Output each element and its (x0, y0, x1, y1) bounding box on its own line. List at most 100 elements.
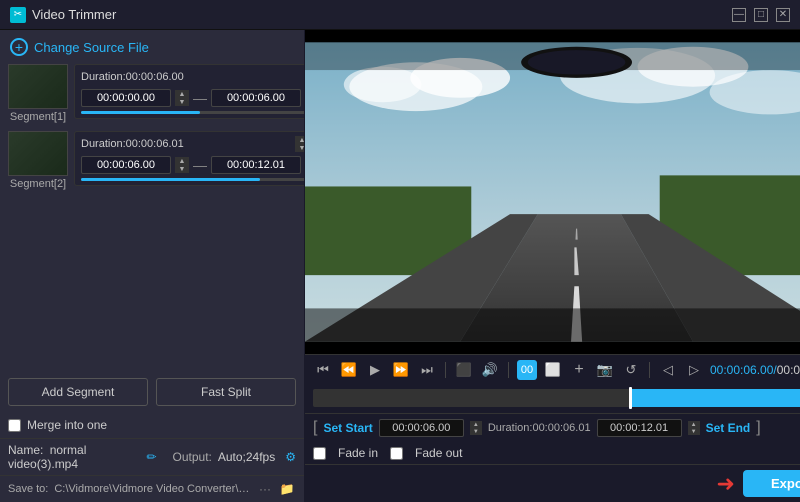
add-segment-button[interactable]: Add Segment (8, 378, 148, 406)
segment-label-2: Segment[2] (10, 178, 66, 190)
trim-start-spinners: ▲ ▼ (470, 421, 482, 435)
trim-start-up[interactable]: ▲ (470, 421, 482, 428)
save-icons: ··· 📁 (256, 480, 296, 498)
time-display: 00:00:06.00/00:00:12.01 (710, 363, 800, 377)
segment2-start-up[interactable]: ▲ (175, 157, 189, 165)
segment2-down-btn[interactable]: ▼ (295, 144, 304, 152)
segment2-end-input[interactable] (211, 156, 301, 174)
plus-icon: + (10, 38, 28, 56)
segment-controls-2: Duration:00:00:06.01 ▲ ▼ ✕ ▲ ▼ (74, 131, 304, 186)
output-label: Output: (173, 450, 212, 464)
segment1-start-wrap (81, 89, 171, 107)
export-arrow-icon: ➜ (717, 471, 735, 497)
segment-controls-1: Duration:00:00:06.00 ▲ ▼ ▲ ▼ (74, 64, 304, 119)
refresh-btn[interactable]: ↺ (621, 360, 641, 380)
segment-thumb-1 (8, 64, 68, 109)
save-to-label: Save to: (8, 483, 48, 495)
segment-duration-2: Duration:00:00:06.01 ▲ ▼ ✕ (81, 136, 304, 152)
trim-bracket-left: [ (313, 419, 317, 437)
trim-end-down[interactable]: ▼ (688, 428, 700, 435)
save-folder-btn[interactable]: 📁 (278, 480, 296, 498)
ctrl-sep-2 (508, 362, 509, 378)
segment2-progress-fill (81, 178, 260, 181)
screenshot-btn[interactable]: 📷 (595, 360, 615, 380)
snap-btn[interactable]: ⬜ (543, 360, 563, 380)
change-source-btn[interactable]: + Change Source File (0, 30, 304, 64)
segment1-progress (81, 111, 304, 114)
segment1-progress-fill (81, 111, 200, 114)
minimize-button[interactable]: — (732, 8, 746, 22)
export-row: ➜ Export (305, 464, 800, 502)
segment1-start-input[interactable] (81, 89, 171, 107)
segment2-start-down[interactable]: ▼ (175, 165, 189, 173)
segment2-start-input[interactable] (81, 156, 171, 174)
change-source-label: Change Source File (34, 40, 149, 55)
set-start-btn[interactable]: Set Start (323, 421, 372, 435)
fade-in-checkbox[interactable] (313, 447, 326, 460)
title-bar: ✂ Video Trimmer — □ ✕ (0, 0, 800, 30)
file-info-row: Name: normal video(3).mp4 ✏ Output: Auto… (0, 438, 304, 475)
fade-out-checkbox[interactable] (390, 447, 403, 460)
time-current: 00:00:06.00 (710, 363, 773, 377)
frame-fwd-btn[interactable]: ▷ (684, 360, 704, 380)
save-path: C:\Vidmore\Vidmore Video Converter\Video… (54, 483, 250, 495)
play-btn[interactable]: ▶ (365, 360, 385, 380)
gear-icon[interactable]: ⚙ (285, 450, 296, 464)
segment1-start-down[interactable]: ▼ (175, 98, 189, 106)
save-more-btn[interactable]: ··· (256, 480, 274, 498)
dash-sep-2: — (193, 157, 207, 173)
crop-btn[interactable]: ⬛ (454, 360, 474, 380)
add-btn[interactable]: + (569, 360, 589, 380)
merge-label: Merge into one (27, 418, 107, 432)
file-name-label: Name: normal video(3).mp4 (8, 443, 140, 471)
merge-checkbox[interactable] (8, 419, 21, 432)
volume-btn[interactable]: 🔊 (480, 360, 500, 380)
forward-btn[interactable]: ⏩ (391, 360, 411, 380)
trim-controls: [ Set Start ▲ ▼ Duration:00:00:06.01 ▲ ▼… (305, 413, 800, 442)
dash-sep-1: — (193, 90, 207, 106)
skip-back-btn[interactable]: ⏮ (313, 360, 333, 380)
timeline-handle[interactable] (629, 387, 632, 409)
trim-end-up[interactable]: ▲ (688, 421, 700, 428)
segments-area: Segment[1] Duration:00:00:06.00 ▲ ▼ (0, 64, 304, 370)
segment2-start-wrap (81, 156, 171, 174)
window-controls: — □ ✕ (732, 8, 790, 22)
segment1-end-input[interactable] (211, 89, 301, 107)
trim-start-input[interactable] (379, 419, 464, 437)
segment2-progress (81, 178, 304, 181)
segment2-up-btn[interactable]: ▲ (295, 136, 304, 144)
trim-end-input[interactable] (597, 419, 682, 437)
segment-block-2: Segment[2] Duration:00:00:06.01 ▲ ▼ ✕ (8, 131, 296, 190)
export-button[interactable]: Export (743, 470, 800, 497)
ctrl-sep-3 (649, 362, 650, 378)
skip-end-btn[interactable]: ⏭ (417, 360, 437, 380)
close-button[interactable]: ✕ (776, 8, 790, 22)
fade-row: Fade in Fade out (305, 442, 800, 464)
trim-bracket-right: ] (756, 419, 760, 437)
segment1-start-up[interactable]: ▲ (175, 90, 189, 98)
segment-duration-1: Duration:00:00:06.00 ▲ ▼ (81, 69, 304, 85)
segment-thumb-2 (8, 131, 68, 176)
controls-bar: ⏮ ⏪ ▶ ⏩ ⏭ ⬛ 🔊 00 ⬜ + 📷 ↺ ◁ ▷ 00:00:06.00… (305, 354, 800, 385)
segment-label-1: Segment[1] (10, 111, 66, 123)
timeline-track[interactable] (313, 389, 800, 407)
fade-out-label: Fade out (415, 446, 462, 460)
trim-end-spinners: ▲ ▼ (688, 421, 700, 435)
loop-active-btn[interactable]: 00 (517, 360, 537, 380)
fast-split-button[interactable]: Fast Split (156, 378, 296, 406)
edit-icon[interactable]: ✏ (146, 450, 156, 464)
trim-start-down[interactable]: ▼ (470, 428, 482, 435)
title-bar-left: ✂ Video Trimmer (10, 7, 116, 23)
app-title: Video Trimmer (32, 7, 116, 22)
set-end-btn[interactable]: Set End (706, 421, 751, 435)
timeline-area[interactable] (305, 385, 800, 413)
segment1-end-wrap (211, 89, 301, 107)
time-total: 00:00:12.01 (777, 363, 800, 377)
merge-row: Merge into one (0, 414, 304, 438)
frame-back-btn[interactable]: ◁ (658, 360, 678, 380)
trim-duration-label: Duration:00:00:06.01 (488, 422, 591, 434)
rewind-btn[interactable]: ⏪ (339, 360, 359, 380)
segment1-times: ▲ ▼ — ▲ ▼ (81, 89, 304, 107)
maximize-button[interactable]: □ (754, 8, 768, 22)
segment-block-1: Segment[1] Duration:00:00:06.00 ▲ ▼ (8, 64, 296, 123)
